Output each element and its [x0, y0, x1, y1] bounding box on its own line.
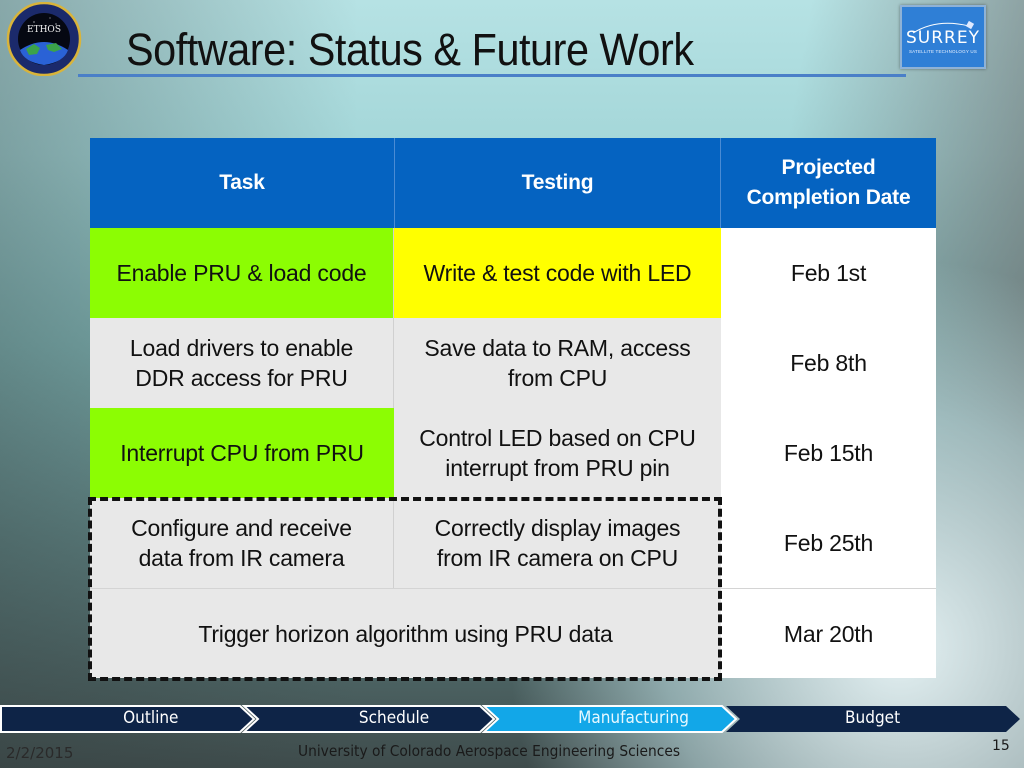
- footer-organization: University of Colorado Aerospace Enginee…: [298, 742, 681, 760]
- table-row-1-testing: Write & test code with LED: [394, 228, 721, 318]
- task-text: Configure and receive: [131, 515, 352, 541]
- task-text: DDR access for PRU: [135, 365, 348, 391]
- table-row-3-testing: Control LED based on CPU interrupt from …: [394, 408, 721, 498]
- table-row-1-task: Enable PRU & load code: [90, 228, 394, 318]
- header-date: Projected Completion Date: [721, 138, 936, 228]
- table-row-2-task: Load drivers to enable DDR access for PR…: [90, 318, 394, 408]
- testing-text: from CPU: [507, 365, 608, 391]
- surrey-subtitle: SATELLITE TECHNOLOGY US: [908, 49, 978, 54]
- table-row-3-task: Interrupt CPU from PRU: [90, 408, 394, 498]
- testing-text: interrupt from PRU pin: [445, 455, 670, 481]
- task-text: data from IR camera: [138, 545, 345, 571]
- date-text: Feb 1st: [790, 260, 867, 286]
- task-text: Interrupt CPU from PRU: [120, 440, 364, 466]
- task-text: Load drivers to enable: [129, 335, 354, 361]
- table-row-4-date: Feb 25th: [721, 498, 936, 588]
- table-row-2-date: Feb 8th: [721, 318, 936, 408]
- nav-item-schedule[interactable]: Schedule: [359, 708, 429, 728]
- nav-item-outline[interactable]: Outline: [123, 708, 178, 728]
- page-number: 15: [992, 738, 1010, 754]
- testing-text: Control LED based on CPU: [419, 425, 696, 451]
- header-testing-label: Testing: [521, 171, 594, 194]
- table-row-1-date: Feb 1st: [721, 228, 936, 318]
- header-date-line1: Projected: [781, 156, 876, 179]
- date-text: Feb 15th: [783, 440, 874, 466]
- table-row-4-task: Configure and receive data from IR camer…: [90, 498, 394, 588]
- task-text: Enable PRU & load code: [116, 260, 367, 286]
- table-row-5-date: Mar 20th: [721, 588, 936, 678]
- header-task-label: Task: [219, 171, 265, 194]
- table-row-3-date: Feb 15th: [721, 408, 936, 498]
- surrey-logo: SURREY SATELLITE TECHNOLOGY US: [900, 5, 986, 69]
- table-row-2-testing: Save data to RAM, access from CPU: [394, 318, 721, 408]
- footer-date: 2/2/2015: [6, 744, 74, 762]
- testing-text: Save data to RAM, access: [424, 335, 691, 361]
- title-underline: [78, 74, 906, 77]
- date-text: Mar 20th: [783, 620, 874, 647]
- header-date-line2: Completion Date: [746, 186, 911, 209]
- ethos-logo: ETHOS: [6, 2, 82, 76]
- nav-item-manufacturing[interactable]: Manufacturing: [578, 708, 689, 728]
- table-row-5-task: Trigger horizon algorithm using PRU data: [90, 588, 721, 678]
- testing-text: from IR camera on CPU: [436, 545, 679, 571]
- date-text: Feb 8th: [790, 350, 867, 376]
- testing-text: Write & test code with LED: [423, 260, 692, 286]
- surrey-wordmark: SURREY: [906, 28, 980, 48]
- page-title: Software: Status & Future Work: [126, 24, 694, 75]
- date-text: Feb 25th: [783, 530, 874, 556]
- table-row-4-testing: Correctly display images from IR camera …: [394, 498, 721, 588]
- nav-item-budget[interactable]: Budget: [845, 708, 900, 728]
- header-testing: Testing: [394, 138, 721, 228]
- task-text: Trigger horizon algorithm using PRU data: [198, 620, 613, 647]
- header-task: Task: [90, 138, 394, 228]
- section-nav: Outline Schedule Manufacturing Budget: [0, 704, 1024, 734]
- ethos-logo-text: ETHOS: [27, 25, 61, 35]
- testing-text: Correctly display images: [434, 515, 681, 541]
